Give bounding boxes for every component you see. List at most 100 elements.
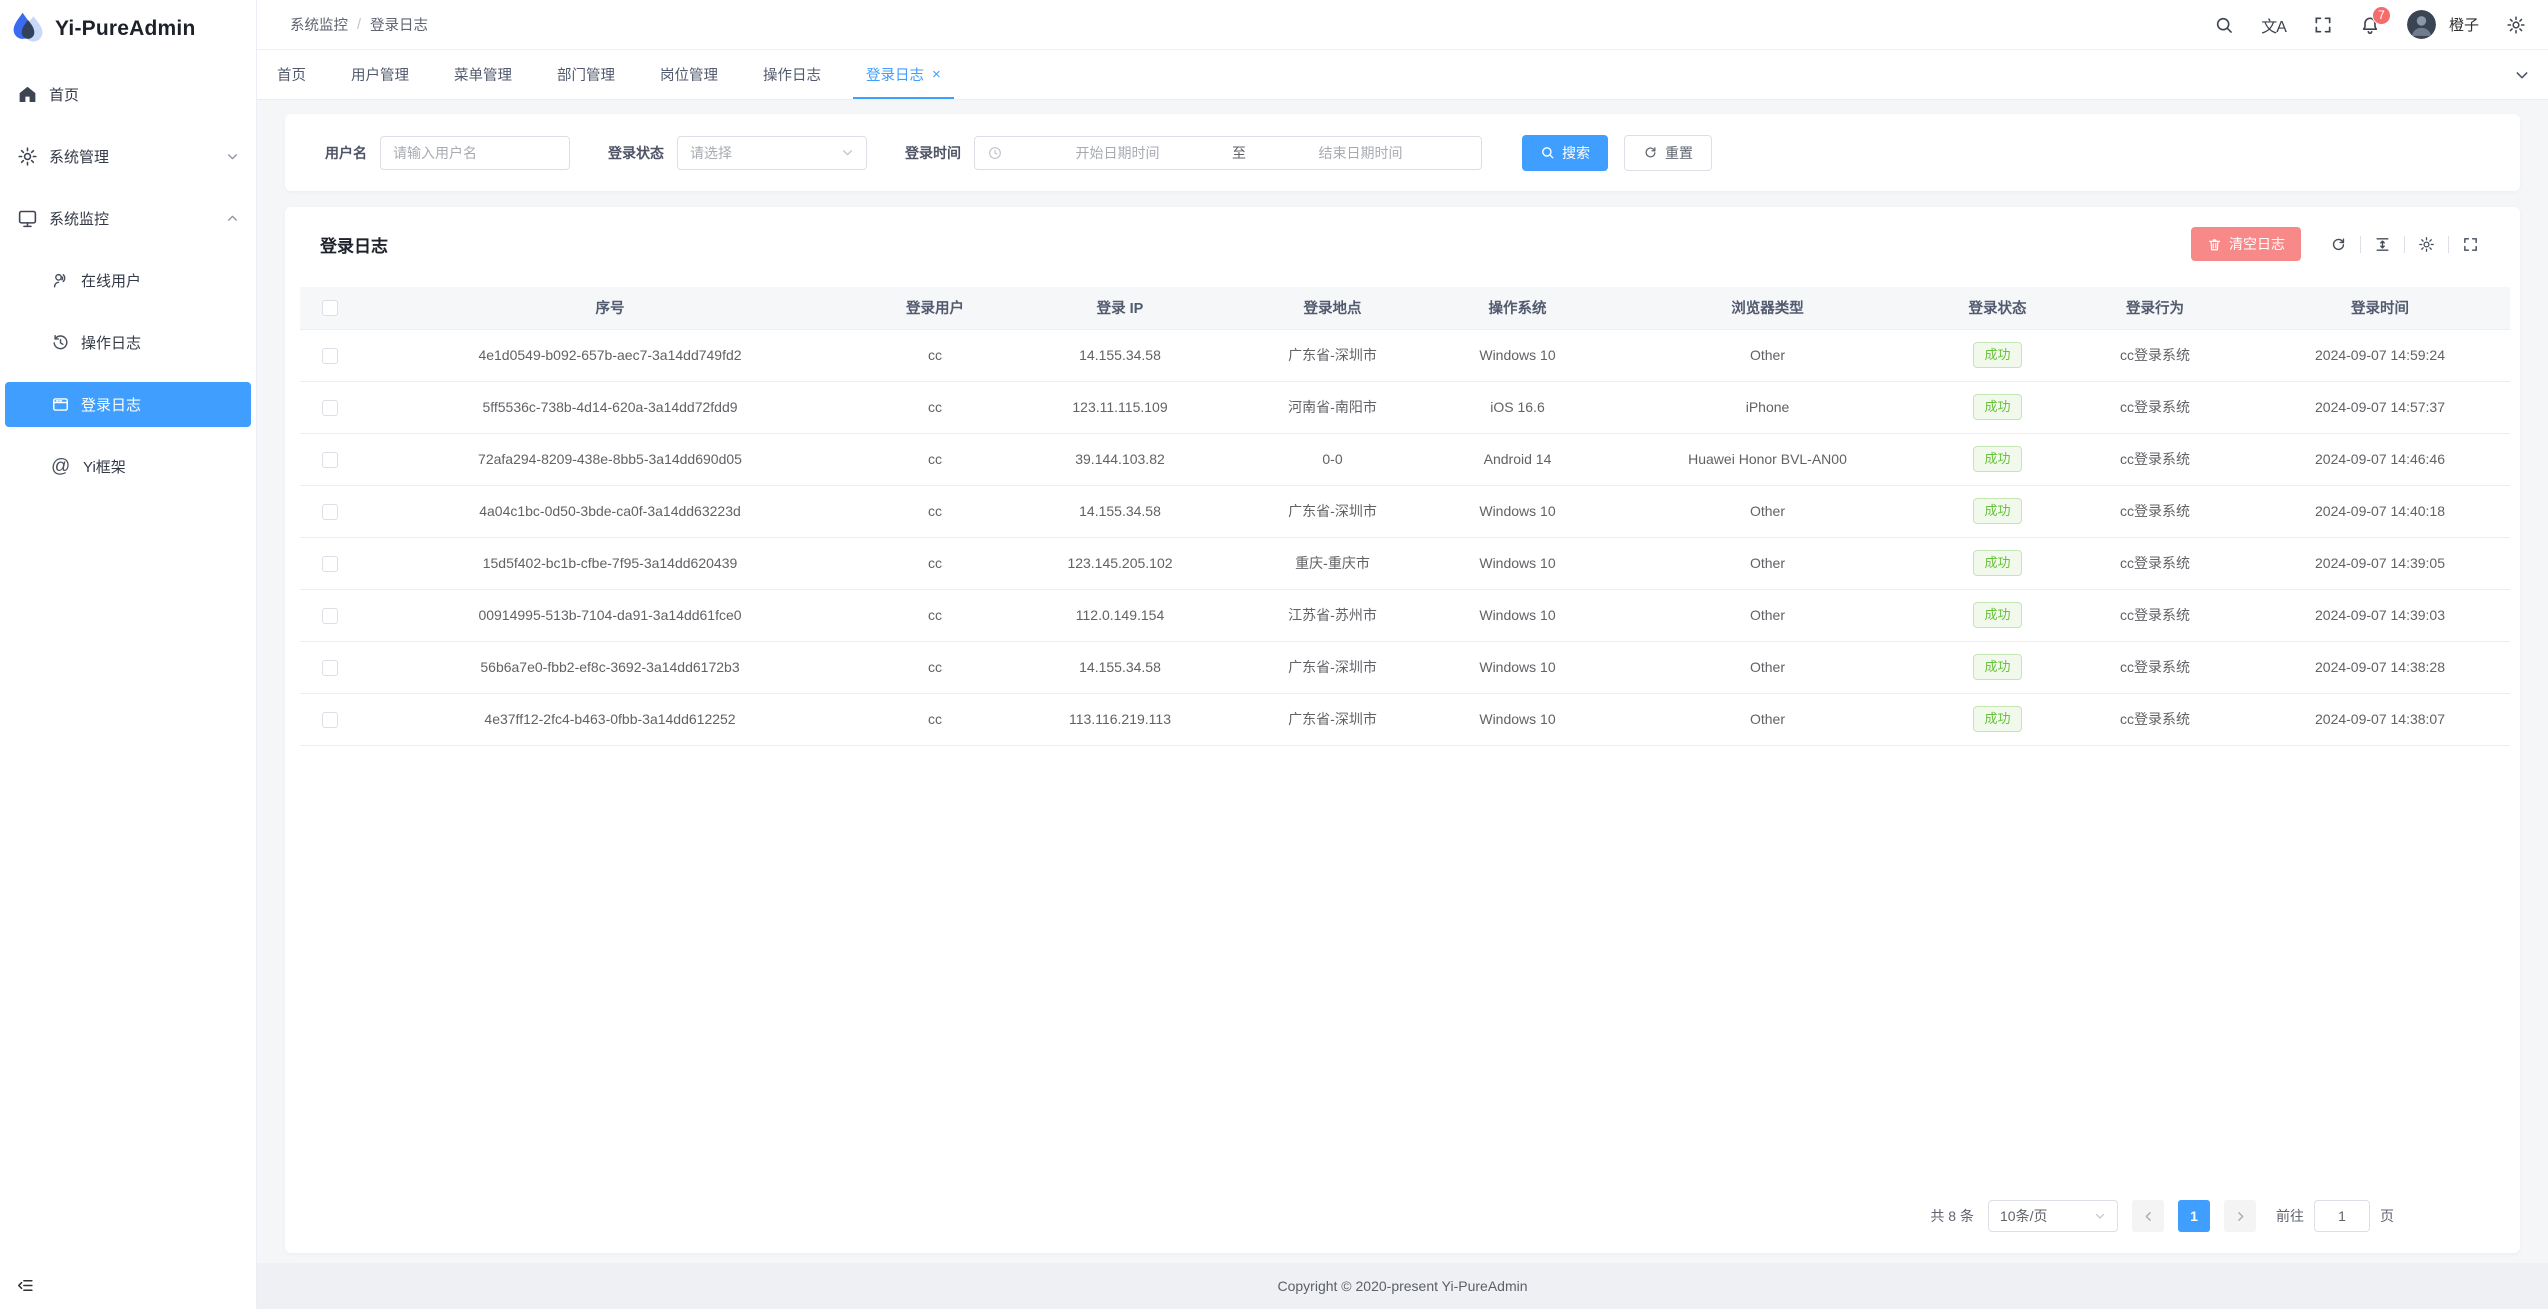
start-time-placeholder: 开始日期时间 [1009,143,1226,163]
translate-icon[interactable]: 文A [2261,13,2286,37]
row-checkbox[interactable] [322,712,338,728]
table-fullscreen-button[interactable] [2448,236,2492,253]
col-header-browser: 浏览器类型 [1600,287,1935,329]
clear-logs-button[interactable]: 清空日志 [2191,227,2301,261]
cell-time: 2024-09-07 14:46:46 [2250,433,2510,485]
next-page-button[interactable] [2224,1200,2256,1232]
breadcrumb-separator: / [357,17,361,33]
cell-id: 15d5f402-bc1b-cfbe-7f95-3a14dd620439 [360,537,860,589]
row-density-button[interactable] [2360,236,2404,253]
status-select[interactable]: 请选择 [677,136,867,170]
row-checkbox[interactable] [322,660,338,676]
main-area: 系统监控 / 登录日志 文A 7 [257,0,2548,1309]
tab-label: 首页 [277,64,306,85]
table-row: 4e1d0549-b092-657b-aec7-3a14dd749fd2 cc … [300,329,2510,381]
col-header-id: 序号 [360,287,860,329]
username-field-label: 用户名 [325,143,367,163]
cell-behavior: cc登录系统 [2060,693,2250,745]
pagination: 共 8 条 10条/页 1 前往 页 [285,1200,2520,1253]
tab-post-management[interactable]: 岗位管理 [660,50,718,99]
cell-time: 2024-09-07 14:39:03 [2250,589,2510,641]
chevron-down-icon [841,146,854,159]
sidebar-item-operation-logs[interactable]: 操作日志 [5,320,251,365]
online-user-icon [51,271,70,290]
cell-ip: 113.116.219.113 [1010,693,1230,745]
end-time-placeholder: 结束日期时间 [1252,143,1469,163]
cell-user: cc [860,641,1010,693]
time-field-label: 登录时间 [905,143,961,163]
tab-operation-logs[interactable]: 操作日志 [763,50,821,99]
cell-browser: iPhone [1600,381,1935,433]
sidebar-item-label: 登录日志 [81,394,141,415]
cell-time: 2024-09-07 14:38:07 [2250,693,2510,745]
col-header-behavior: 登录行为 [2060,287,2250,329]
refresh-table-button[interactable] [2317,236,2360,253]
tab-login-logs[interactable]: 登录日志 × [866,50,941,99]
cell-os: Windows 10 [1435,589,1600,641]
page-1-button[interactable]: 1 [2178,1200,2210,1232]
goto-label: 前往 [2276,1206,2304,1226]
cell-user: cc [860,381,1010,433]
row-checkbox[interactable] [322,400,338,416]
pagination-total: 共 8 条 [1930,1206,1974,1226]
page-unit-label: 页 [2380,1206,2394,1226]
collapse-sidebar-icon[interactable] [16,1276,35,1295]
status-badge: 成功 [1973,394,2021,420]
tab-menu-management[interactable]: 菜单管理 [454,50,512,99]
cell-id: 4a04c1bc-0d50-3bde-ca0f-3a14dd63223d [360,485,860,537]
sidebar-item-label: 系统监控 [49,208,109,229]
sidebar-item-system-management[interactable]: 系统管理 [5,134,251,179]
sidebar-item-home[interactable]: 首页 [5,72,251,117]
row-checkbox[interactable] [322,452,338,468]
cell-user: cc [860,329,1010,381]
search-button[interactable]: 搜索 [1522,135,1608,171]
username-label[interactable]: 橙子 [2449,14,2479,35]
username-input[interactable] [380,136,570,170]
breadcrumb-parent[interactable]: 系统监控 [290,14,348,35]
reset-button[interactable]: 重置 [1624,135,1712,171]
cell-id: 00914995-513b-7104-da91-3a14dd61fce0 [360,589,860,641]
reset-button-label: 重置 [1665,143,1693,163]
cell-id: 72afa294-8209-438e-8bb5-3a14dd690d05 [360,433,860,485]
sidebar-item-login-logs[interactable]: 登录日志 [5,382,251,427]
fullscreen-icon[interactable] [2313,15,2333,35]
row-checkbox[interactable] [322,348,338,364]
chevron-down-icon [2094,1210,2106,1222]
tab-home[interactable]: 首页 [277,50,306,99]
sidebar: Yi-PureAdmin 首页 系统管理 系统监控 [0,0,257,1309]
app-logo[interactable]: Yi-PureAdmin [0,0,256,58]
top-navbar: 系统监控 / 登录日志 文A 7 [257,0,2548,50]
cell-os: Windows 10 [1435,693,1600,745]
row-checkbox[interactable] [322,608,338,624]
tab-user-management[interactable]: 用户管理 [351,50,409,99]
sidebar-item-system-monitor[interactable]: 系统监控 [5,196,251,241]
sidebar-item-online-users[interactable]: 在线用户 [5,258,251,303]
cell-time: 2024-09-07 14:39:05 [2250,537,2510,589]
close-tab-icon[interactable]: × [932,67,941,82]
tab-dept-management[interactable]: 部门管理 [557,50,615,99]
row-checkbox[interactable] [322,504,338,520]
login-time-range-picker[interactable]: 开始日期时间 至 结束日期时间 [974,136,1482,170]
notifications-button[interactable]: 7 [2360,15,2380,35]
cell-ip: 123.145.205.102 [1010,537,1230,589]
page-size-select[interactable]: 10条/页 [1988,1200,2118,1232]
sidebar-item-label: 首页 [49,84,79,105]
cell-browser: Other [1600,537,1935,589]
table-row: 56b6a7e0-fbb2-ef8c-3692-3a14dd6172b3 cc … [300,641,2510,693]
sidebar-item-yi-framework[interactable]: @ Yi框架 [5,444,251,489]
prev-page-button[interactable] [2132,1200,2164,1232]
cell-location: 广东省-深圳市 [1230,329,1435,381]
settings-gear-icon[interactable] [2506,15,2526,35]
row-checkbox[interactable] [322,556,338,572]
tab-options-chevron-icon[interactable] [2514,67,2530,83]
search-button-label: 搜索 [1562,143,1590,163]
column-settings-button[interactable] [2404,236,2448,253]
chevron-left-icon [2142,1210,2155,1223]
select-all-checkbox[interactable] [322,300,338,316]
avatar[interactable] [2407,10,2436,39]
sidebar-footer [0,1261,256,1309]
status-badge: 成功 [1973,342,2021,368]
goto-page-input[interactable] [2314,1200,2370,1232]
search-icon[interactable] [2214,15,2234,35]
cell-user: cc [860,485,1010,537]
